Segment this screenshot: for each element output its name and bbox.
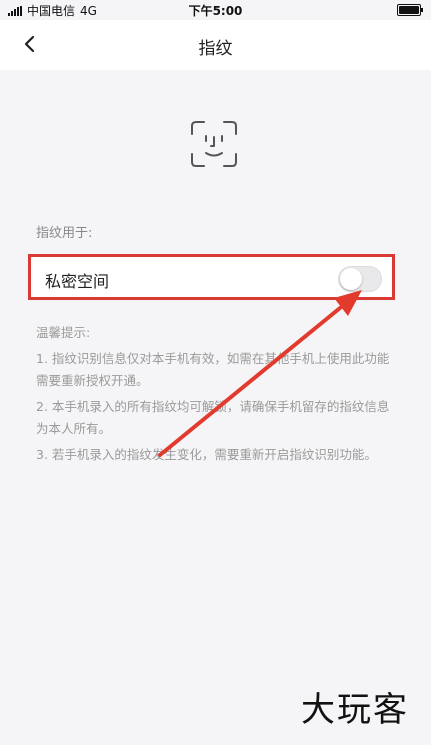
tip-item-1: 1. 指纹识别信息仅对本手机有效，如需在其他手机上使用此功能需要重新授权开通。 bbox=[36, 351, 390, 388]
private-space-label: 私密空间 bbox=[45, 272, 110, 291]
toggle-knob bbox=[340, 268, 362, 290]
battery-icon bbox=[397, 4, 423, 16]
tip-item-2: 2. 本手机录入的所有指纹均可解锁，请确保手机留存的指纹信息为本人所有。 bbox=[36, 399, 390, 436]
face-scan-icon bbox=[191, 121, 237, 167]
tips-section: 温馨提示: 1. 指纹识别信息仅对本手机有效，如需在其他手机上使用此功能需要重新… bbox=[36, 322, 396, 470]
status-time: 下午5:00 bbox=[188, 4, 243, 18]
tip-item-3: 3. 若手机录入的指纹发生变化，需要重新开启指纹识别功能。 bbox=[36, 447, 377, 462]
tips-title: 温馨提示: bbox=[36, 325, 91, 340]
section-label: 指纹用于: bbox=[36, 226, 93, 241]
page-title: 指纹 bbox=[198, 39, 233, 59]
watermark-logo: 大玩客 bbox=[301, 690, 409, 730]
private-space-toggle[interactable] bbox=[338, 266, 382, 292]
private-space-row[interactable]: 私密空间 bbox=[28, 254, 395, 300]
nav-bar: 指纹 bbox=[0, 20, 431, 70]
status-bar: 中国电信 4G 下午5:00 bbox=[0, 0, 431, 20]
